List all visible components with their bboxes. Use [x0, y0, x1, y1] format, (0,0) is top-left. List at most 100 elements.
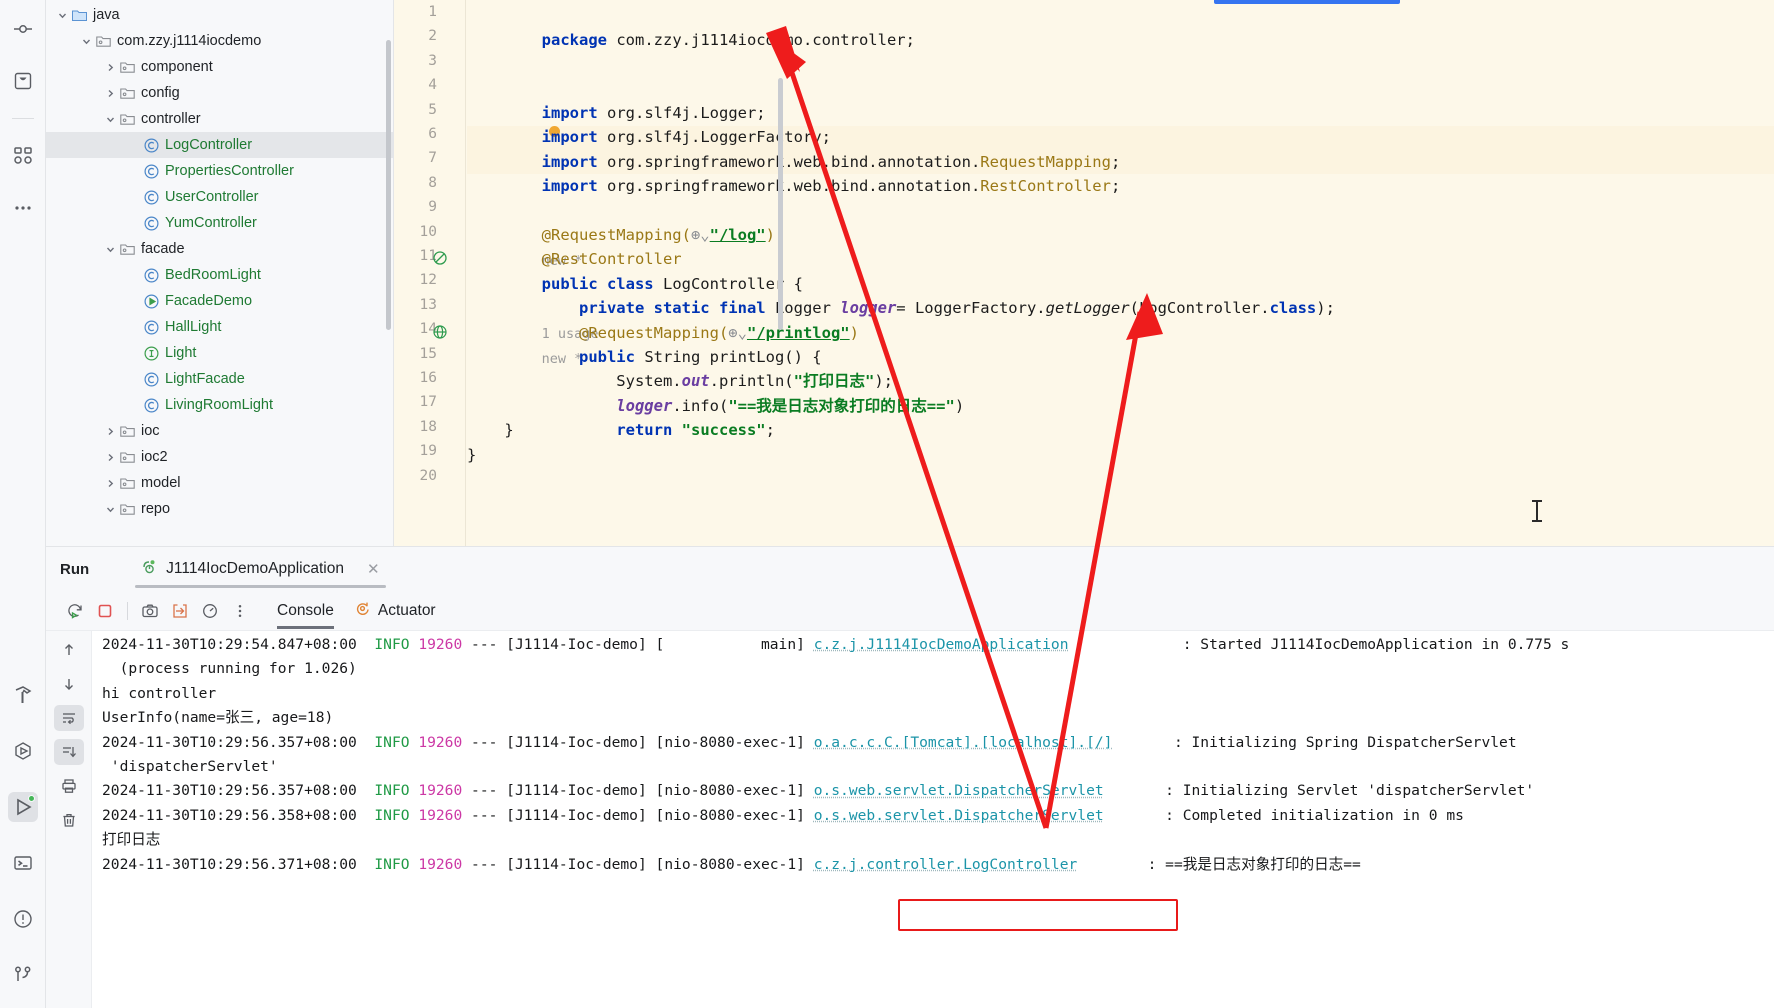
printer-icon[interactable]: [54, 773, 84, 799]
line-started: 2024-11-30T10:29:54.847+08:00 INFO 19260…: [92, 633, 1774, 657]
tree-item-controller[interactable]: controller: [46, 106, 393, 132]
console-output[interactable]: 2024-11-30T10:29:54.847+08:00 INFO 19260…: [92, 631, 1774, 1008]
terminal-icon[interactable]: [8, 848, 38, 878]
code-line-19: }: [467, 446, 477, 464]
line-number: 8: [428, 174, 437, 191]
tree-item-label: UserController: [165, 189, 259, 205]
tree-item-LivingRoomLight[interactable]: LivingRoomLight: [46, 392, 393, 418]
editor-scrollbar[interactable]: [778, 78, 783, 330]
tree-item-BedRoomLight[interactable]: BedRoomLight: [46, 262, 393, 288]
log-text: 2024-11-30T10:29:56.371+08:00: [102, 855, 366, 873]
tree-twisty-icon[interactable]: [102, 241, 118, 257]
editor-gutter[interactable]: 1 2 3 4 5 6 7 8 9 10 11 12 13 14 15 16 17 18 19 20: [394, 0, 466, 546]
tree-item-UserController[interactable]: UserController: [46, 184, 393, 210]
arrow-down-icon[interactable]: [54, 671, 84, 697]
tree-item-java[interactable]: java: [46, 2, 393, 28]
tree-item-ioc2[interactable]: ioc2: [46, 444, 393, 470]
package-icon: [118, 241, 136, 258]
logger-link[interactable]: o.a.c.c.C.[Tomcat].[localhost].[/]: [814, 734, 1113, 751]
tree-item-ioc[interactable]: ioc: [46, 418, 393, 444]
project-structure-icon[interactable]: [8, 14, 38, 44]
package-icon: [94, 33, 112, 50]
tree-item-YumController[interactable]: YumController: [46, 210, 393, 236]
tree-item-PropertiesController[interactable]: PropertiesController: [46, 158, 393, 184]
tree-item-HallLight[interactable]: HallLight: [46, 314, 393, 340]
line-number: 12: [419, 272, 437, 289]
tree-twisty-icon[interactable]: [54, 7, 70, 23]
tree-item-label: ioc: [141, 423, 160, 439]
tree-item-FacadeDemo[interactable]: FacadeDemo: [46, 288, 393, 314]
run-icon[interactable]: [8, 792, 38, 822]
log-text: 19260: [418, 855, 463, 873]
tree-item-repo[interactable]: repo: [46, 496, 393, 522]
project-tree[interactable]: java com.zzy.j1114iocdemo component config c…: [46, 0, 394, 546]
stop-button[interactable]: [90, 597, 120, 625]
open-external-icon[interactable]: [165, 597, 195, 625]
tree-item-label: component: [141, 59, 213, 75]
code-line-17: return "success";: [616, 421, 775, 440]
tree-item-LogController[interactable]: LogController: [46, 132, 393, 158]
gauge-icon[interactable]: [195, 597, 225, 625]
rail-divider: [11, 118, 34, 119]
code-line-13: @RequestMapping(⊕⌄"/printlog") new *: [541, 324, 859, 367]
logger-link[interactable]: o.s.web.servlet.DispatcherServlet: [814, 807, 1104, 824]
run-hex-icon[interactable]: [8, 736, 38, 766]
soft-wrap-icon[interactable]: [53, 705, 84, 731]
logger-link[interactable]: c.z.j.J1114IocDemoApplication: [814, 636, 1069, 653]
tree-item-component[interactable]: component: [46, 54, 393, 80]
tree-twisty-icon[interactable]: [102, 423, 118, 439]
run-configuration-tab[interactable]: J1114IocDemoApplication ✕: [131, 547, 389, 591]
tree-item-label: BedRoomLight: [165, 267, 261, 283]
arrow-up-icon[interactable]: [54, 637, 84, 663]
trash-icon[interactable]: [54, 807, 84, 833]
log-text: INFO: [365, 806, 419, 824]
log-text: : Started J1114IocDemoApplication in 0.7…: [1068, 636, 1570, 653]
tree-item-config[interactable]: config: [46, 80, 393, 106]
tree-twisty-icon[interactable]: [102, 59, 118, 75]
line-init-servlet: 2024-11-30T10:29:56.357+08:00 INFO 19260…: [92, 779, 1774, 803]
line-number: 15: [419, 345, 437, 362]
tree-twisty-icon[interactable]: [102, 475, 118, 491]
class-icon: [142, 189, 160, 206]
logger-link[interactable]: c.z.j.controller.LogController: [814, 856, 1078, 873]
line-tomcat: 2024-11-30T10:29:56.357+08:00 INFO 19260…: [92, 731, 1774, 755]
code-editor[interactable]: 1 2 3 4 5 6 7 8 9 10 11 12 13 14 15 16 17 18 19 20 package …: [394, 0, 1774, 546]
tree-item-model[interactable]: model: [46, 470, 393, 496]
tab-console[interactable]: Console: [277, 591, 334, 631]
more-tool-windows-icon[interactable]: [8, 193, 38, 223]
version-control-branch-icon[interactable]: [8, 960, 38, 990]
url-mapping-gutter-icon[interactable]: [432, 324, 450, 342]
console-rows: 2024-11-30T10:29:54.847+08:00 INFO 19260…: [92, 633, 1774, 877]
log-text: --- [J1114-Ioc-demo] [nio-8080-exec-1]: [462, 806, 814, 824]
hammer-icon[interactable]: [8, 680, 38, 710]
kebab-menu-icon[interactable]: [225, 597, 255, 625]
code-line-10: @RestController: [541, 250, 682, 269]
bookmarks-icon[interactable]: [8, 66, 38, 96]
code-content[interactable]: package com.zzy.j1114iocdemo.controller;…: [467, 0, 1774, 546]
logger-link[interactable]: o.s.web.servlet.DispatcherServlet: [814, 782, 1104, 799]
line-number: 16: [419, 370, 437, 386]
tab-actuator[interactable]: Actuator: [354, 591, 436, 631]
tree-item-label: java: [93, 7, 120, 23]
tree-twisty-icon[interactable]: [102, 449, 118, 465]
tree-twisty-icon[interactable]: [102, 85, 118, 101]
tree-item-facade[interactable]: facade: [46, 236, 393, 262]
warning-icon[interactable]: [8, 904, 38, 934]
log-text: (process running for 1.026): [102, 660, 357, 678]
tree-scrollbar[interactable]: [386, 40, 391, 330]
run-panel-title: Run: [60, 560, 90, 578]
tree-twisty-icon[interactable]: [102, 501, 118, 517]
tree-twisty-icon[interactable]: [102, 111, 118, 127]
tree-twisty-icon[interactable]: [78, 33, 94, 49]
line-number: 18: [419, 418, 437, 435]
plugins-icon[interactable]: [8, 141, 38, 171]
tree-item-LightFacade[interactable]: LightFacade: [46, 366, 393, 392]
tree-item-com-zzy-j1114iocdemo[interactable]: com.zzy.j1114iocdemo: [46, 28, 393, 54]
rerun-button[interactable]: [60, 597, 90, 625]
run-tab-label: J1114IocDemoApplication: [166, 560, 344, 577]
camera-icon[interactable]: [135, 597, 165, 625]
scroll-to-end-icon[interactable]: [53, 739, 84, 765]
suppress-inspection-icon[interactable]: [432, 250, 450, 268]
tree-item-Light[interactable]: Light: [46, 340, 393, 366]
close-icon[interactable]: ✕: [367, 560, 380, 578]
